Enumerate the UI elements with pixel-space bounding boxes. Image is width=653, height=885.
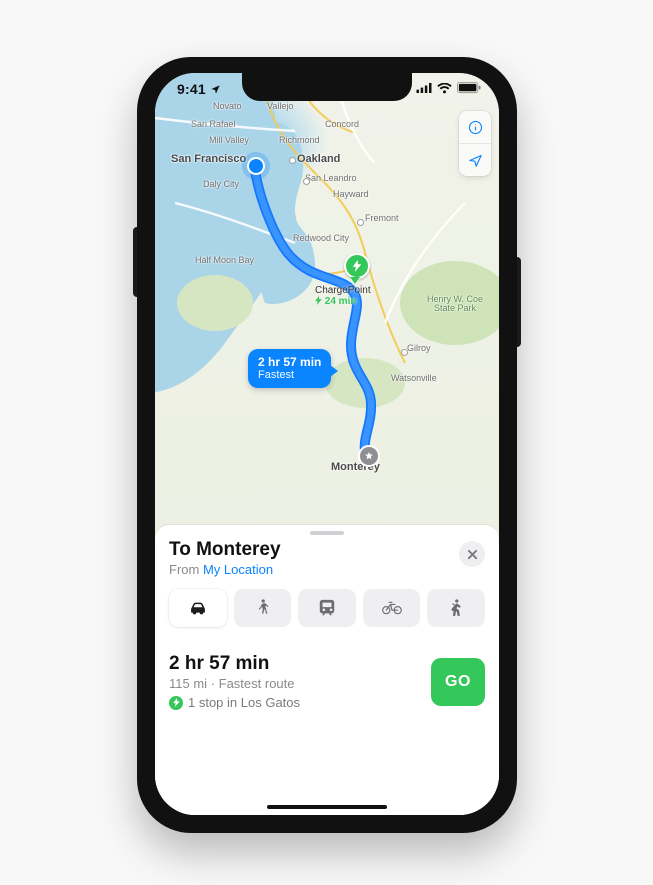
car-icon <box>188 599 208 617</box>
iphone-frame: 9:41 <box>137 57 517 833</box>
mode-rideshare[interactable] <box>427 589 485 627</box>
charging-stop-time: 24 min <box>325 296 357 307</box>
transport-mode-selector <box>169 589 485 627</box>
map-controls <box>459 111 491 176</box>
walk-icon <box>252 599 272 617</box>
go-label: GO <box>445 673 471 691</box>
mode-walk[interactable] <box>234 589 292 627</box>
route-callout[interactable]: 2 hr 57 min Fastest <box>248 349 331 388</box>
result-charging-stop: 1 stop in Los Gatos <box>169 695 431 710</box>
destination-pin[interactable] <box>358 445 380 467</box>
bike-icon <box>382 599 402 617</box>
close-icon <box>467 549 478 560</box>
directions-sheet: To Monterey From My Location <box>155 525 499 815</box>
result-distance: 115 mi <box>169 676 207 691</box>
status-time: 9:41 <box>177 81 221 97</box>
charging-stop-label: ChargePoint 24 min <box>315 285 371 307</box>
current-location-dot[interactable] <box>247 157 265 175</box>
city-dot <box>401 349 408 356</box>
mode-bike[interactable] <box>363 589 421 627</box>
route-callout-note: Fastest <box>258 369 321 381</box>
map-water <box>155 73 375 393</box>
rideshare-icon <box>446 599 466 617</box>
clock-text: 9:41 <box>177 81 206 97</box>
mode-transit[interactable] <box>298 589 356 627</box>
wifi-icon <box>437 83 452 94</box>
screen: 9:41 <box>155 73 499 815</box>
bolt-icon <box>315 296 322 305</box>
place-gilroy: Gilroy <box>407 343 431 353</box>
route-callout-time: 2 hr 57 min <box>258 355 321 369</box>
result-note: Fastest route <box>219 676 295 691</box>
info-icon <box>467 119 484 136</box>
route-result: 2 hr 57 min 115 mi · Fastest route 1 sto… <box>169 653 485 710</box>
mode-drive[interactable] <box>169 589 227 627</box>
transit-icon <box>317 599 337 617</box>
notch <box>242 73 412 101</box>
result-stop-text: 1 stop in Los Gatos <box>188 695 300 710</box>
park-henry-coe: Henry W. Coe State Park <box>427 295 483 314</box>
sheet-grabber[interactable] <box>310 531 344 535</box>
battery-icon <box>457 82 481 94</box>
result-meta: 115 mi · Fastest route <box>169 676 431 691</box>
bolt-badge-icon <box>169 696 183 710</box>
result-time: 2 hr 57 min <box>169 653 431 675</box>
map-info-button[interactable] <box>459 111 491 143</box>
location-services-icon <box>210 84 221 95</box>
charging-stop-pin[interactable] <box>344 253 366 281</box>
bolt-icon <box>352 260 362 272</box>
from-label: From <box>169 562 199 577</box>
star-icon <box>364 451 374 461</box>
location-arrow-icon <box>467 152 484 169</box>
from-location-link[interactable]: My Location <box>203 562 273 577</box>
sheet-title: To Monterey <box>169 539 459 561</box>
place-watsonville: Watsonville <box>391 373 437 383</box>
home-indicator[interactable] <box>267 805 387 809</box>
sheet-header: To Monterey From My Location <box>169 539 485 577</box>
close-button[interactable] <box>459 541 485 567</box>
cellular-icon <box>416 83 432 93</box>
go-button[interactable]: GO <box>431 658 485 706</box>
map-locate-button[interactable] <box>459 143 491 176</box>
status-right <box>416 82 481 94</box>
sheet-subtitle: From My Location <box>169 562 459 577</box>
charging-stop-name: ChargePoint <box>315 285 371 296</box>
